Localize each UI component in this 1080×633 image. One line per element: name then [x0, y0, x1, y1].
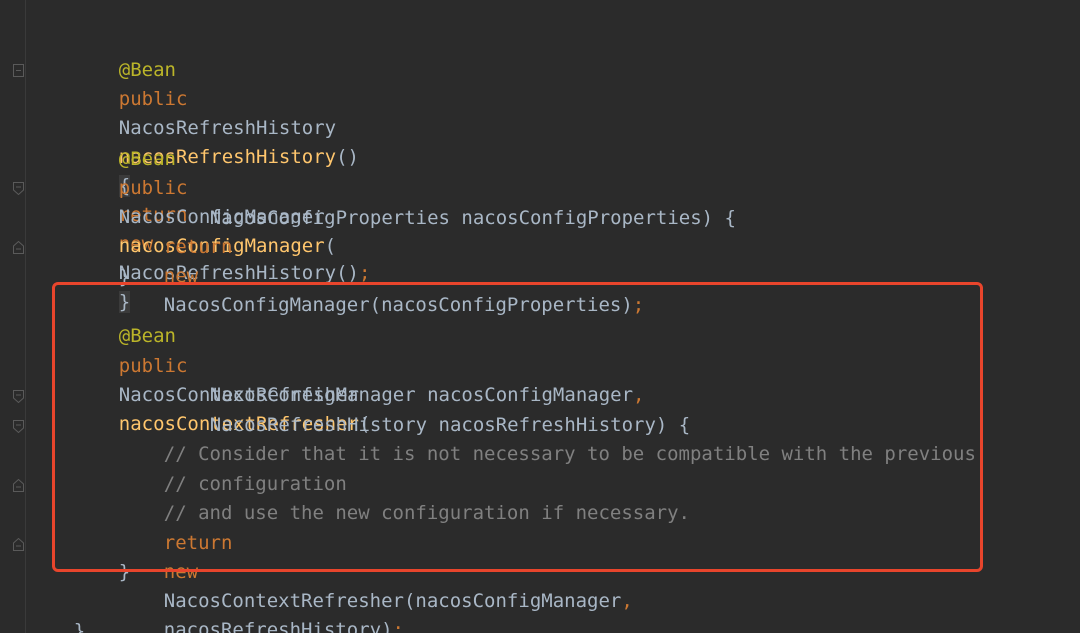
constructor-arg: nacosRefreshHistory) — [164, 619, 393, 633]
fold-end-icon[interactable] — [13, 538, 24, 551]
keyword: public — [119, 88, 188, 110]
code-line[interactable]: } — [73, 529, 130, 558]
code-line[interactable]: } — [73, 234, 130, 263]
brace-close: } — [119, 561, 130, 583]
brace-close: } — [119, 266, 130, 288]
keyword: return — [164, 236, 233, 258]
parens: () — [336, 146, 359, 168]
keyword: new — [164, 561, 198, 583]
class-brace-close: } — [74, 620, 85, 633]
code-line[interactable]: NacosConfigProperties nacosConfigPropert… — [164, 175, 736, 204]
code-line[interactable]: } — [28, 588, 85, 617]
code-line[interactable]: public NacosContextRefresher nacosContex… — [73, 323, 370, 352]
code-line[interactable]: @Bean — [73, 293, 176, 322]
code-line[interactable]: @Bean — [73, 27, 176, 56]
fold-end-icon[interactable] — [13, 479, 24, 492]
constructor-call: NacosContextRefresher(nacosConfigManager — [164, 590, 622, 612]
semicolon: ; — [633, 294, 644, 316]
keyword: new — [164, 265, 198, 287]
fold-start-icon[interactable] — [13, 420, 24, 433]
code-line[interactable]: // and use the new configuration if nece… — [118, 470, 690, 499]
code-line[interactable]: // Consider that it is not necessary to … — [118, 411, 976, 440]
code-line[interactable]: public NacosRefreshHistory nacosRefreshH… — [73, 56, 370, 85]
code-line[interactable]: public NacosConfigManager nacosConfigMan… — [73, 145, 336, 174]
code-line[interactable]: NacosConfigManager nacosConfigManager, — [164, 352, 644, 381]
fold-toggle-icon[interactable] — [13, 64, 24, 77]
keyword: return — [164, 532, 233, 554]
fold-start-icon[interactable] — [13, 390, 24, 403]
code-line[interactable]: NacosRefreshHistory nacosRefreshHistory)… — [164, 382, 690, 411]
fold-end-icon[interactable] — [13, 241, 24, 254]
gutter-divider — [25, 0, 26, 633]
code-editor[interactable]: @Bean public NacosRefreshHistory nacosRe… — [0, 0, 1080, 633]
semicolon: ; — [359, 262, 370, 284]
code-line[interactable]: return new NacosContextRefresher(nacosCo… — [118, 500, 633, 529]
semicolon: ; — [393, 619, 404, 633]
code-line[interactable]: @Bean — [73, 116, 176, 145]
code-line[interactable]: // configuration — [118, 441, 347, 470]
code-line[interactable]: return new NacosConfigManager(nacosConfi… — [118, 204, 644, 233]
fold-start-icon[interactable] — [13, 182, 24, 195]
paren: ( — [325, 235, 336, 257]
constructor-call: NacosConfigManager(nacosConfigProperties… — [164, 294, 633, 316]
comma: , — [621, 590, 632, 612]
